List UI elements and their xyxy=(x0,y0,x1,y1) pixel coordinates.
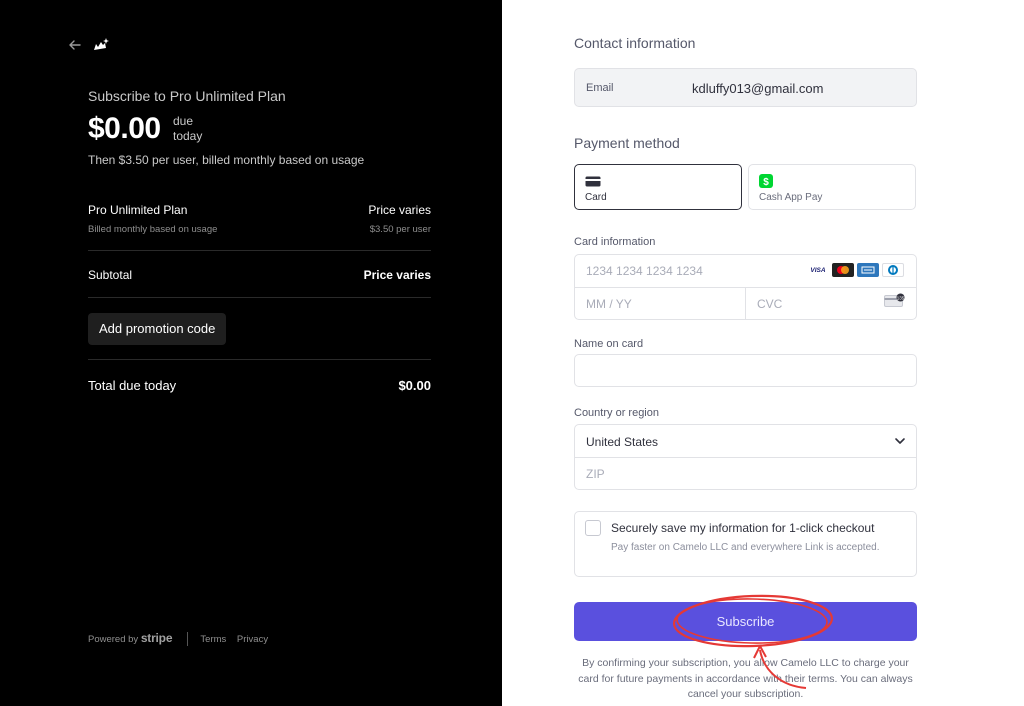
payment-method-heading: Payment method xyxy=(574,135,680,151)
mastercard-icon xyxy=(832,263,854,277)
subscribe-title: Subscribe to Pro Unlimited Plan xyxy=(88,88,286,104)
save-info-title: Securely save my information for 1-click… xyxy=(611,521,875,535)
footer-separator xyxy=(186,632,188,647)
email-value: kdluffy013@gmail.com xyxy=(692,81,824,96)
email-label: Email xyxy=(586,82,614,94)
order-summary-panel: Subscribe to Pro Unlimited Plan $0.00 du… xyxy=(0,0,502,706)
billing-description: Then $3.50 per user, billed monthly base… xyxy=(88,153,365,167)
camelo-logo-icon xyxy=(94,38,109,50)
stripe-logo[interactable]: stripe xyxy=(141,631,173,645)
privacy-link[interactable]: Privacy xyxy=(237,634,268,645)
plan-name: Pro Unlimited Plan xyxy=(88,203,188,217)
due-today-label: due today xyxy=(173,114,203,143)
total-label: Total due today xyxy=(88,378,177,393)
card-number-input[interactable]: 1234 1234 1234 1234 xyxy=(586,264,703,278)
chevron-down-icon[interactable] xyxy=(894,435,906,447)
subtotal-value: Price varies xyxy=(363,268,431,282)
svg-text:$: $ xyxy=(763,177,769,188)
visa-icon: VISA xyxy=(807,263,829,277)
card-brands: VISA xyxy=(807,263,904,277)
payment-method-cash-app[interactable]: $ Cash App Pay xyxy=(748,164,916,210)
plan-billing: Billed monthly based on usage xyxy=(88,224,218,235)
subscription-terms-text: By confirming your subscription, you all… xyxy=(578,657,913,700)
expiry-input[interactable]: MM / YY xyxy=(586,297,632,311)
back-arrow-icon[interactable] xyxy=(66,36,84,54)
name-on-card-label: Name on card xyxy=(574,338,644,350)
subscribe-button[interactable]: Subscribe xyxy=(574,602,917,641)
footer: Powered by stripe Terms Privacy xyxy=(88,631,276,647)
zip-input[interactable]: ZIP xyxy=(586,467,605,481)
divider xyxy=(745,287,746,320)
country-region-group: United States ZIP xyxy=(574,424,917,490)
payment-form-panel: Contact information Email kdluffy013@gma… xyxy=(502,0,1024,706)
powered-by-label: Powered by xyxy=(88,634,139,645)
total-value: $0.00 xyxy=(398,378,431,393)
diners-club-icon xyxy=(882,263,904,277)
card-icon xyxy=(585,176,601,187)
subtotal-label: Subtotal xyxy=(88,268,133,282)
payment-method-card[interactable]: Card xyxy=(574,164,742,210)
divider xyxy=(88,250,431,251)
amex-icon xyxy=(857,263,879,277)
country-or-region-label: Country or region xyxy=(574,407,659,419)
save-info-box: Securely save my information for 1-click… xyxy=(574,511,917,577)
svg-text:135: 135 xyxy=(897,295,905,300)
email-field[interactable]: Email kdluffy013@gmail.com xyxy=(574,68,917,107)
divider xyxy=(575,457,916,458)
cvc-card-icon: 135 xyxy=(884,293,905,307)
cash-app-icon: $ xyxy=(759,174,773,188)
plan-unit-price: $3.50 per user xyxy=(369,224,431,235)
divider xyxy=(88,297,431,298)
save-info-checkbox[interactable] xyxy=(585,520,601,536)
terms-link[interactable]: Terms xyxy=(200,634,226,645)
add-promotion-code-button[interactable]: Add promotion code xyxy=(88,313,227,345)
cvc-input[interactable]: CVC xyxy=(757,297,782,311)
save-info-description: Pay faster on Camelo LLC and everywhere … xyxy=(611,542,880,553)
contact-information-heading: Contact information xyxy=(574,35,696,51)
price-amount: $0.00 xyxy=(88,112,161,145)
card-information-group: 1234 1234 1234 1234 VISA MM / YY CVC 135 xyxy=(574,254,917,320)
card-method-label: Card xyxy=(585,192,607,203)
card-information-label: Card information xyxy=(574,236,656,248)
cash-app-method-label: Cash App Pay xyxy=(759,192,823,203)
name-on-card-input[interactable] xyxy=(574,354,917,387)
plan-price: Price varies xyxy=(368,203,431,217)
divider xyxy=(88,359,431,360)
country-select[interactable]: United States xyxy=(586,435,658,449)
